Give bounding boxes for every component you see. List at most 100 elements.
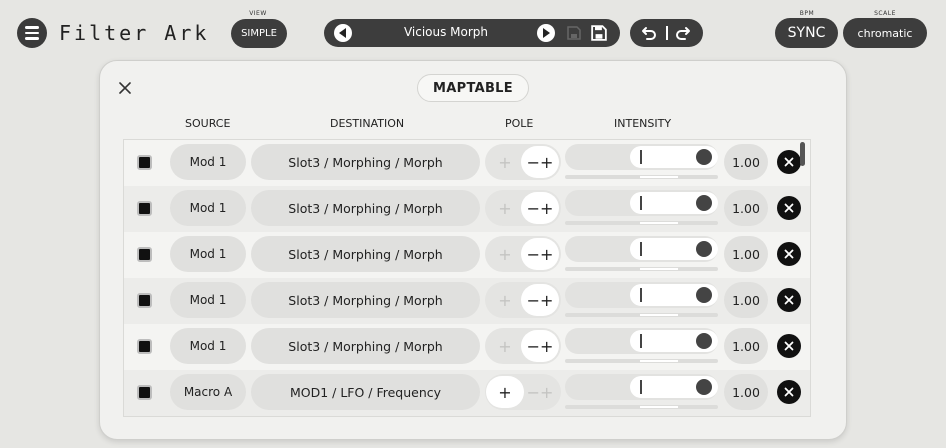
unipolar-button[interactable]: +: [486, 330, 524, 362]
remove-row-button[interactable]: [777, 380, 801, 404]
row-enable-checkbox[interactable]: [137, 247, 152, 262]
intensity-sub-slider[interactable]: [565, 267, 718, 271]
column-header-destination: DESTINATION: [330, 117, 405, 130]
unipolar-button[interactable]: +: [486, 238, 524, 270]
source-select[interactable]: Mod 1: [170, 190, 246, 226]
row-enable-checkbox[interactable]: [137, 201, 152, 216]
intensity-value[interactable]: 1.00: [724, 328, 768, 364]
intensity-value[interactable]: 1.00: [724, 282, 768, 318]
redo-arrow-icon[interactable]: [675, 25, 691, 41]
hamburger-icon[interactable]: [17, 18, 47, 48]
intensity-slider[interactable]: [565, 190, 718, 216]
destination-select[interactable]: Slot3 / Morphing / Morph: [251, 282, 480, 318]
bipolar-button[interactable]: −+: [521, 376, 559, 408]
intensity-slider-knob[interactable]: [696, 195, 712, 211]
pole-toggle: + −+: [485, 190, 561, 226]
intensity-value[interactable]: 1.00: [724, 190, 768, 226]
column-header-intensity: INTENSITY: [614, 117, 672, 130]
table-row: Mod 1 Slot3 / Morphing / Morph + −+ 1.00: [124, 278, 810, 324]
next-preset-button[interactable]: [537, 24, 555, 42]
close-icon[interactable]: [117, 80, 133, 96]
intensity-sub-slider[interactable]: [565, 359, 718, 363]
bipolar-button[interactable]: −+: [521, 330, 559, 362]
x-icon: [784, 295, 794, 305]
intensity-slider[interactable]: [565, 328, 718, 354]
x-icon: [784, 157, 794, 167]
intensity-slider-knob[interactable]: [696, 241, 712, 257]
remove-row-button[interactable]: [777, 334, 801, 358]
destination-select[interactable]: Slot3 / Morphing / Morph: [251, 144, 480, 180]
destination-select[interactable]: MOD1 / LFO / Frequency: [251, 374, 480, 410]
intensity-value-label: 1.00: [732, 384, 760, 400]
table-row: Mod 1 Slot3 / Morphing / Morph + −+ 1.00: [124, 186, 810, 232]
intensity-sub-slider[interactable]: [565, 405, 718, 409]
intensity-sub-slider[interactable]: [565, 175, 718, 179]
intensity-slider-knob[interactable]: [696, 333, 712, 349]
intensity-slider[interactable]: [565, 282, 718, 308]
destination-label: Slot3 / Morphing / Morph: [288, 200, 443, 216]
triangle-left-icon: [339, 28, 346, 38]
preset-bar: Vicious Morph: [324, 19, 620, 47]
x-icon: [784, 341, 794, 351]
intensity-sub-slider[interactable]: [565, 313, 718, 317]
bipolar-button[interactable]: −+: [521, 284, 559, 316]
source-select[interactable]: Mod 1: [170, 328, 246, 364]
row-enable-checkbox[interactable]: [137, 339, 152, 354]
source-select[interactable]: Mod 1: [170, 144, 246, 180]
remove-row-button[interactable]: [777, 288, 801, 312]
remove-row-button[interactable]: [777, 242, 801, 266]
scale-select[interactable]: chromatic: [843, 18, 927, 48]
remove-row-button[interactable]: [777, 196, 801, 220]
bipolar-button[interactable]: −+: [521, 192, 559, 224]
intensity-slider-center-mark: [640, 334, 642, 348]
source-select[interactable]: Mod 1: [170, 282, 246, 318]
row-enable-checkbox[interactable]: [137, 155, 152, 170]
intensity-sub-slider[interactable]: [565, 221, 718, 225]
unipolar-button[interactable]: +: [486, 192, 524, 224]
remove-row-button[interactable]: [777, 150, 801, 174]
intensity-value[interactable]: 1.00: [724, 374, 768, 410]
app-title: Filter Ark: [59, 21, 210, 45]
prev-preset-button[interactable]: [334, 24, 352, 42]
intensity-slider[interactable]: [565, 236, 718, 262]
view-mode-button[interactable]: SIMPLE: [231, 19, 287, 48]
x-icon: [784, 203, 794, 213]
unipolar-button[interactable]: +: [486, 146, 524, 178]
intensity-slider-center-mark: [640, 380, 642, 394]
intensity-slider-knob[interactable]: [696, 149, 712, 165]
bipolar-button[interactable]: −+: [521, 238, 559, 270]
table-row: Mod 1 Slot3 / Morphing / Morph + −+ 1.00: [124, 232, 810, 278]
pole-toggle: + −+: [485, 328, 561, 364]
unipolar-button[interactable]: +: [486, 376, 524, 408]
source-select[interactable]: Mod 1: [170, 236, 246, 272]
intensity-slider-knob[interactable]: [696, 287, 712, 303]
preset-name[interactable]: Vicious Morph: [384, 25, 508, 39]
bipolar-button[interactable]: −+: [521, 146, 559, 178]
source-select[interactable]: Macro A: [170, 374, 246, 410]
floppy-disk-icon[interactable]: [591, 25, 607, 41]
destination-select[interactable]: Slot3 / Morphing / Morph: [251, 328, 480, 364]
unipolar-button[interactable]: +: [486, 284, 524, 316]
row-enable-checkbox[interactable]: [137, 385, 152, 400]
source-label: Mod 1: [189, 293, 227, 307]
undo-arrow-icon[interactable]: [641, 25, 657, 41]
maptable-list: Mod 1 Slot3 / Morphing / Morph + −+ 1.00…: [123, 139, 811, 417]
scrollbar-thumb[interactable]: [800, 142, 805, 166]
row-enable-checkbox[interactable]: [137, 293, 152, 308]
intensity-value[interactable]: 1.00: [724, 236, 768, 272]
intensity-slider-center-mark: [640, 150, 642, 164]
destination-label: MOD1 / LFO / Frequency: [289, 384, 442, 400]
intensity-slider-knob[interactable]: [696, 379, 712, 395]
pole-toggle: + −+: [485, 282, 561, 318]
floppy-disk-icon[interactable]: [567, 26, 581, 40]
pole-toggle: + −+: [485, 236, 561, 272]
intensity-slider[interactable]: [565, 144, 718, 170]
intensity-slider-center-mark: [640, 242, 642, 256]
destination-select[interactable]: Slot3 / Morphing / Morph: [251, 190, 480, 226]
x-icon: [784, 387, 794, 397]
destination-label: Slot3 / Morphing / Morph: [288, 338, 443, 354]
intensity-slider[interactable]: [565, 374, 718, 400]
intensity-value[interactable]: 1.00: [724, 144, 768, 180]
destination-select[interactable]: Slot3 / Morphing / Morph: [251, 236, 480, 272]
sync-button[interactable]: SYNC: [775, 18, 838, 48]
